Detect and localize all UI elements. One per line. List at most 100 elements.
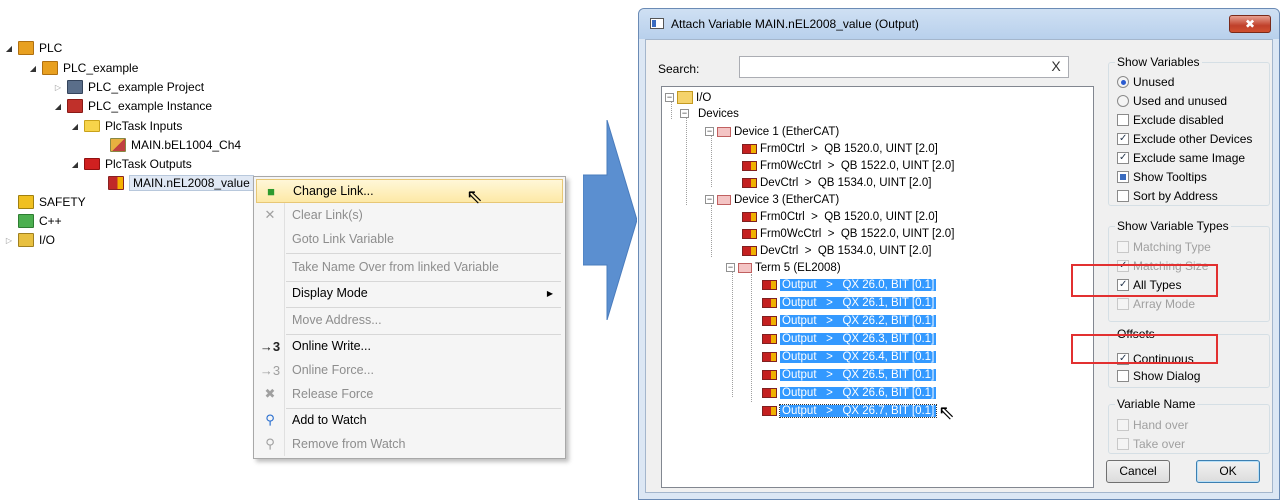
variable-tree[interactable]: − I/O − Devices − Device 1 (EtherCAT) Fr… <box>661 86 1094 488</box>
tree-item-plc-example-project[interactable]: ▷ PLC_example Project <box>53 78 204 96</box>
tree-output-selected[interactable]: Output > QX 26.2, BIT [0.1] <box>762 312 937 329</box>
tree-output-selected[interactable]: Output > QX 26.4, BIT [0.1] <box>762 348 937 365</box>
window-icon <box>650 18 664 29</box>
show-tooltips-checkbox[interactable]: Show Tooltips <box>1117 168 1207 186</box>
tree-item-plc-example[interactable]: ◢ PLC_example <box>28 59 138 77</box>
tree-node-io[interactable]: − I/O <box>665 89 711 106</box>
tree-item-plctask-inputs[interactable]: ◢ PlcTask Inputs <box>70 117 182 135</box>
io-folder-icon <box>677 91 693 104</box>
collapse-icon[interactable]: − <box>680 109 689 118</box>
take-over-checkbox[interactable]: Take over <box>1117 435 1185 453</box>
unused-radio[interactable]: Unused <box>1117 73 1174 91</box>
menu-item-take-name-over[interactable]: Take Name Over from linked Variable <box>256 255 563 279</box>
collapse-icon[interactable]: − <box>705 195 714 204</box>
tree-variable[interactable]: Frm0Ctrl > QB 1520.0, UINT [2.0] <box>742 140 938 157</box>
menu-item-goto-link[interactable]: Goto Link Variable <box>256 227 563 251</box>
exclude-same-image-checkbox[interactable]: Exclude same Image <box>1117 149 1245 167</box>
tree-variable[interactable]: DevCtrl > QB 1534.0, UINT [2.0] <box>742 242 931 259</box>
output-variable-icon <box>762 351 777 362</box>
project-icon <box>67 80 83 94</box>
show-dialog-checkbox[interactable]: Show Dialog <box>1117 367 1200 385</box>
terminal-icon <box>738 262 752 273</box>
tree-node-device1[interactable]: − Device 1 (EtherCAT) <box>705 123 839 140</box>
tree-item-plc[interactable]: ◢ PLC <box>4 39 62 57</box>
array-mode-checkbox[interactable]: Array Mode <box>1117 295 1195 313</box>
highlight-all-types <box>1071 264 1218 297</box>
matching-type-checkbox[interactable]: Matching Type <box>1117 238 1211 256</box>
output-variable-icon <box>762 297 777 308</box>
tree-node-devices[interactable]: − Devices <box>680 105 739 122</box>
tree-variable[interactable]: DevCtrl > QB 1534.0, UINT [2.0] <box>742 174 931 191</box>
tree-item-plc-example-instance[interactable]: ◢ PLC_example Instance <box>53 97 212 115</box>
expand-icon[interactable]: ◢ <box>70 160 80 169</box>
ok-button[interactable]: OK <box>1196 460 1260 483</box>
submenu-arrow-icon: ▶ <box>546 288 553 298</box>
menu-item-online-force[interactable]: →3 Online Force... <box>256 358 563 382</box>
checkbox-icon <box>1117 298 1129 310</box>
checkbox-icon <box>1117 114 1129 126</box>
clear-search-icon[interactable]: X <box>1047 58 1065 74</box>
search-input[interactable] <box>743 58 1043 76</box>
tree-item-plctask-outputs[interactable]: ◢ PlcTask Outputs <box>70 155 192 173</box>
tree-output-selected[interactable]: Output > QX 26.7, BIT [0.1] <box>762 402 938 419</box>
menu-item-add-to-watch[interactable]: ⚲ Add to Watch <box>256 408 563 432</box>
tree-variable[interactable]: Frm0Ctrl > QB 1520.0, UINT [2.0] <box>742 208 938 225</box>
expand-icon[interactable]: ◢ <box>70 122 80 131</box>
hand-over-checkbox[interactable]: Hand over <box>1117 416 1188 434</box>
output-variable-icon <box>762 333 777 344</box>
menu-item-remove-from-watch[interactable]: ⚲ Remove from Watch <box>256 432 563 456</box>
checkbox-icon <box>1117 241 1129 253</box>
used-and-unused-radio[interactable]: Used and unused <box>1117 92 1227 110</box>
collapse-icon[interactable]: − <box>705 127 714 136</box>
expand-icon[interactable]: ◢ <box>28 64 38 73</box>
tree-output-selected[interactable]: Output > QX 26.3, BIT [0.1] <box>762 330 937 347</box>
menu-item-move-address[interactable]: Move Address... <box>256 308 563 332</box>
collapse-icon[interactable]: ▷ <box>53 83 63 92</box>
tree-output-selected[interactable]: Output > QX 26.0, BIT [0.1] <box>762 276 937 293</box>
exclude-other-devices-checkbox[interactable]: Exclude other Devices <box>1117 130 1252 148</box>
checkbox-icon <box>1117 133 1129 145</box>
dialog-titlebar: Attach Variable MAIN.nEL2008_value (Outp… <box>639 9 1279 39</box>
search-label: Search: <box>658 62 700 76</box>
menu-item-change-link[interactable]: ■ Change Link... <box>256 179 563 203</box>
expand-icon[interactable]: ◢ <box>4 44 14 53</box>
highlight-continuous <box>1071 334 1218 364</box>
close-button[interactable]: ✖ <box>1229 15 1271 33</box>
flow-arrow-icon <box>583 120 637 320</box>
variable-name-group: Variable Name Hand over Take over <box>1108 397 1270 454</box>
sort-by-address-checkbox[interactable]: Sort by Address <box>1117 187 1218 205</box>
instance-icon <box>67 99 83 113</box>
tree-output-selected[interactable]: Output > QX 26.5, BIT [0.1] <box>762 366 937 383</box>
collapse-icon[interactable]: − <box>726 263 735 272</box>
tree-output-selected[interactable]: Output > QX 26.6, BIT [0.1] <box>762 384 937 401</box>
tree-item-cpp[interactable]: C++ <box>18 212 62 230</box>
tree-item-io[interactable]: ▷ I/O <box>4 231 55 249</box>
tree-node-device3[interactable]: − Device 3 (EtherCAT) <box>705 191 839 208</box>
cancel-button[interactable]: Cancel <box>1106 460 1170 483</box>
tree-item-input-var[interactable]: MAIN.bEL1004_Ch4 <box>110 136 241 154</box>
menu-item-clear-links[interactable]: ✕ Clear Link(s) <box>256 203 563 227</box>
output-variable-icon <box>762 405 777 416</box>
magnifier-icon: ⚲ <box>265 412 275 427</box>
menu-item-release-force[interactable]: ✖ Release Force <box>256 382 563 406</box>
link-icon: ■ <box>267 183 275 199</box>
collapse-icon[interactable]: − <box>665 93 674 102</box>
tree-output-selected[interactable]: Output > QX 26.1, BIT [0.1] <box>762 294 937 311</box>
menu-separator <box>286 253 561 254</box>
output-variable-icon <box>742 177 757 188</box>
tree-item-safety[interactable]: SAFETY <box>18 193 86 211</box>
tree-item-output-var[interactable]: MAIN.nEL2008_value <box>108 174 254 192</box>
exclude-disabled-checkbox[interactable]: Exclude disabled <box>1117 111 1224 129</box>
remove-watch-icon: ⚲ <box>265 436 275 451</box>
online-force-icon: →3 <box>259 362 281 378</box>
menu-item-display-mode[interactable]: Display Mode ▶ <box>256 281 563 305</box>
clear-link-icon: ✕ <box>264 207 276 222</box>
expand-icon[interactable]: ◢ <box>53 102 63 111</box>
menu-item-online-write[interactable]: →3 Online Write... <box>256 334 563 358</box>
io-icon <box>18 233 34 247</box>
tree-variable[interactable]: Frm0WcCtrl > QB 1522.0, UINT [2.0] <box>742 157 954 174</box>
tree-node-term5[interactable]: − Term 5 (EL2008) <box>726 259 841 276</box>
tree-variable[interactable]: Frm0WcCtrl > QB 1522.0, UINT [2.0] <box>742 225 954 242</box>
search-field[interactable]: X <box>739 56 1069 78</box>
collapse-icon[interactable]: ▷ <box>4 236 14 245</box>
